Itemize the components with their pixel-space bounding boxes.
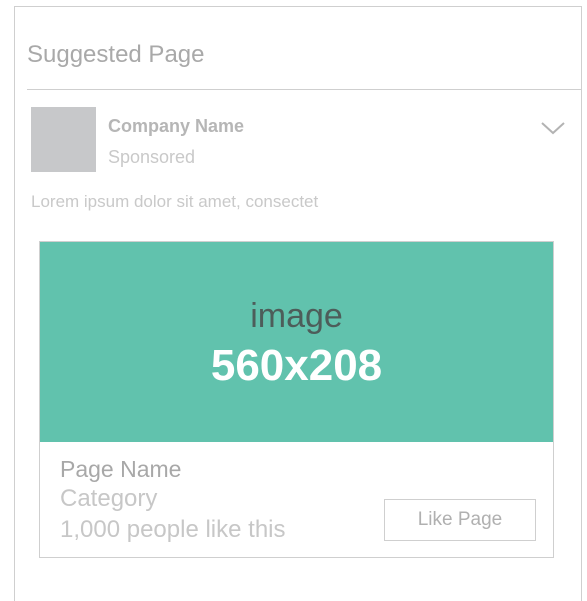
page-likes-count: 1,000 people like this (60, 516, 286, 543)
title-divider (27, 89, 581, 90)
like-page-button[interactable]: Like Page (384, 499, 536, 541)
company-avatar[interactable] (31, 107, 96, 172)
page-card: image 560x208 Page Name Category 1,000 p… (39, 241, 554, 558)
page-image-placeholder[interactable]: image 560x208 (40, 242, 553, 442)
company-name[interactable]: Company Name (108, 115, 244, 137)
post-text: Lorem ipsum dolor sit amet, consectet (31, 192, 319, 211)
chevron-down-icon[interactable] (540, 119, 566, 137)
image-placeholder-size: 560x208 (210, 341, 383, 390)
sponsored-label: Sponsored (108, 147, 196, 167)
suggested-page-panel: Suggested Page Company Name Sponsored Lo… (14, 6, 582, 601)
page-name[interactable]: Page Name (60, 455, 181, 483)
image-placeholder-label: image (250, 297, 343, 335)
panel-title: Suggested Page (27, 41, 205, 68)
page-category: Category (60, 485, 158, 512)
